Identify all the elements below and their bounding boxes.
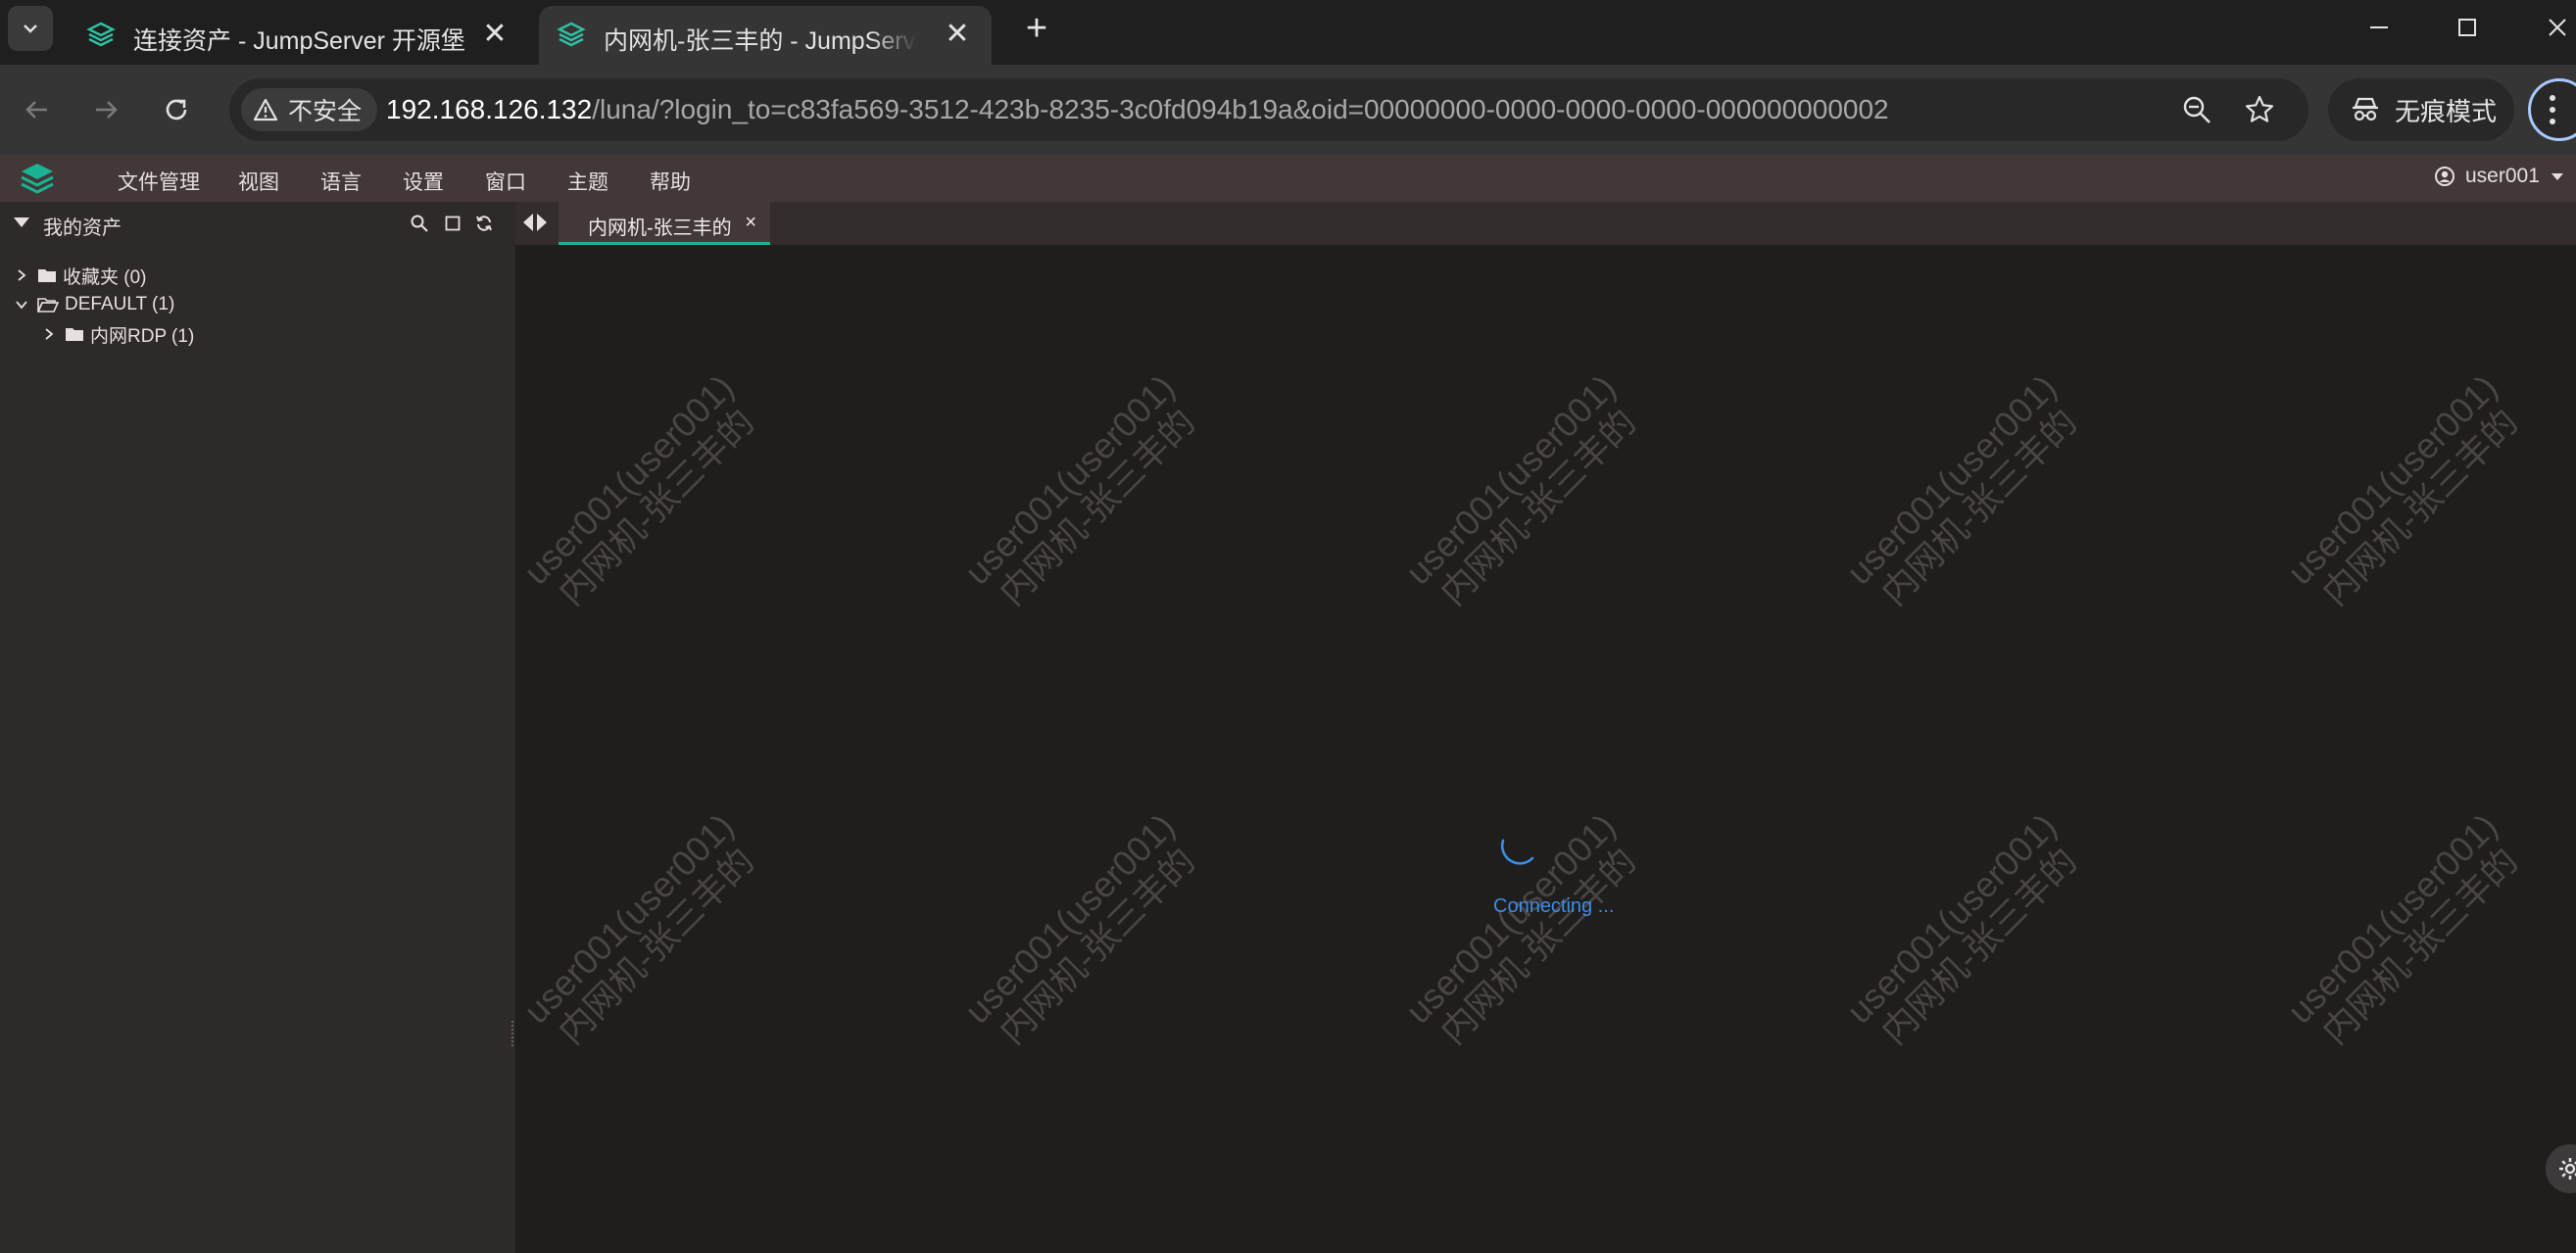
browser-window: 连接资产 - JumpServer 开源堡垒机 ✕ 内网机-张三丰的 - Jum…	[0, 0, 2576, 1253]
maximize-button[interactable]	[2438, 6, 2497, 49]
watermark: user001(user001) 内网机-张三丰的	[2279, 366, 2526, 613]
browser-tab-session[interactable]: 内网机-张三丰的 - JumpServer ✕	[539, 6, 992, 65]
site-security-chip[interactable]: 不安全	[241, 88, 378, 131]
session-tab-bar: 内网机-张三丰的 ×	[515, 202, 2576, 245]
close-tab-icon[interactable]: ✕	[943, 20, 972, 49]
chevron-down-icon	[24, 24, 37, 33]
browser-tab-strip: 连接资产 - JumpServer 开源堡垒机 ✕ 内网机-张三丰的 - Jum…	[0, 0, 2576, 65]
arrow-left-icon	[25, 101, 47, 119]
tab-title: 内网机-张三丰的 - JumpServer	[604, 27, 917, 55]
reload-button[interactable]	[151, 84, 202, 135]
chevron-right-icon[interactable]	[39, 324, 59, 344]
tree-node-default[interactable]: DEFAULT (1)	[12, 292, 174, 317]
watermark: user001(user001) 内网机-张三丰的	[515, 366, 762, 613]
close-window-button[interactable]	[2528, 6, 2576, 49]
collapse-caret-icon[interactable]	[14, 217, 29, 227]
menu-file-manager[interactable]: 文件管理	[118, 167, 200, 196]
zoom-button[interactable]	[2177, 90, 2216, 129]
close-tab-icon[interactable]: ✕	[480, 20, 510, 49]
minimize-icon	[2370, 26, 2388, 28]
tab-search-button[interactable]	[8, 6, 53, 51]
tree-node-label: DEFAULT (1)	[65, 294, 175, 314]
watermark: user001(user001) 内网机-张三丰的	[956, 366, 1203, 613]
warning-icon	[253, 98, 278, 121]
menu-view[interactable]: 视图	[238, 167, 279, 196]
caret-down-icon	[2551, 173, 2563, 180]
menu-theme[interactable]: 主题	[567, 167, 608, 196]
search-assets-button[interactable]	[408, 212, 431, 235]
user-circle-icon	[2435, 167, 2454, 186]
watermark: user001(user001) 内网机-张三丰的	[1397, 805, 1644, 1052]
url-text[interactable]: 192.168.126.132/luna/?login_to=c83fa569-…	[386, 94, 1889, 125]
user-menu[interactable]: user001	[2434, 165, 2565, 188]
caret-left-icon[interactable]	[523, 214, 533, 231]
folder-icon	[66, 328, 83, 341]
refresh-tree-button[interactable]	[472, 212, 496, 235]
menu-window[interactable]: 窗口	[485, 167, 526, 196]
star-icon	[2245, 95, 2274, 122]
incognito-indicator[interactable]: 无痕模式	[2328, 78, 2514, 141]
caret-right-icon[interactable]	[537, 214, 547, 231]
menu-language[interactable]: 语言	[320, 167, 362, 196]
close-session-icon[interactable]: ×	[745, 212, 756, 234]
browser-toolbar: 不安全 192.168.126.132/luna/?login_to=c83fa…	[0, 65, 2576, 155]
tab-title: 连接资产 - JumpServer 开源堡垒机	[133, 27, 466, 55]
incognito-label: 无痕模式	[2395, 96, 2498, 126]
bookmark-button[interactable]	[2240, 90, 2279, 129]
session-tab-label: 内网机-张三丰的	[588, 217, 732, 239]
asset-tree-title: 我的资产	[43, 217, 122, 239]
tree-node-intranet-rdp[interactable]: 内网RDP (1)	[39, 321, 194, 347]
url-host: 192.168.126.132	[386, 94, 593, 124]
watermark: user001(user001) 内网机-张三丰的	[1838, 366, 2085, 613]
folder-open-icon	[37, 298, 59, 313]
close-icon	[2549, 19, 2566, 36]
forward-button[interactable]	[80, 84, 131, 135]
reload-icon	[166, 99, 187, 120]
watermark: user001(user001) 内网机-张三丰的	[956, 805, 1203, 1052]
menu-help[interactable]: 帮助	[650, 167, 691, 196]
menu-settings[interactable]: 设置	[403, 167, 444, 196]
tree-node-label: 内网RDP (1)	[90, 325, 195, 347]
connection-status: Connecting ...	[1493, 895, 1615, 917]
expand-all-button[interactable]	[441, 212, 464, 235]
url-path: /luna/?login_to=c83fa569-3512-423b-8235-…	[592, 94, 1889, 124]
folder-icon	[38, 269, 56, 282]
watermark: user001(user001) 内网机-张三丰的	[2279, 805, 2526, 1052]
watermark: user001(user001) 内网机-张三丰的	[1838, 805, 2085, 1052]
session-settings-button[interactable]	[2546, 1144, 2576, 1193]
browser-tab-connect-assets[interactable]: 连接资产 - JumpServer 开源堡垒机 ✕	[69, 6, 529, 65]
tree-node-label: 收藏夹 (0)	[63, 266, 147, 288]
chevron-down-icon[interactable]	[12, 295, 31, 314]
loading-spinner-icon	[1500, 839, 1534, 865]
asset-tree-header: 我的资产	[0, 202, 515, 245]
incognito-icon	[2353, 97, 2378, 121]
tab-scroll-arrows[interactable]	[523, 214, 557, 233]
tree-node-favorites[interactable]: 收藏夹 (0)	[12, 263, 147, 288]
session-area: 内网机-张三丰的 × user001(user001) 内网机-张三丰的 user…	[515, 202, 2576, 1253]
address-bar[interactable]: 不安全 192.168.126.132/luna/?login_to=c83fa…	[229, 78, 2309, 141]
minimize-button[interactable]	[2350, 6, 2408, 49]
refresh-icon	[476, 216, 492, 231]
jumpserver-favicon-icon	[557, 22, 586, 47]
chevron-right-icon[interactable]	[12, 265, 31, 285]
arrow-right-icon	[96, 101, 118, 119]
zoom-out-icon	[2183, 96, 2211, 123]
jumpserver-logo-icon	[21, 164, 54, 194]
new-tab-button[interactable]: +	[1015, 8, 1058, 51]
username-label: user001	[2465, 165, 2540, 187]
gear-icon	[2559, 1158, 2576, 1180]
more-vert-icon	[2550, 95, 2555, 124]
app-menubar: 文件管理 视图 语言 设置 窗口 主题 帮助 user001	[0, 155, 2576, 202]
asset-tree-panel: 我的资产 收藏夹 (0) DEFAULT (1) 内网RDP (1)	[0, 202, 515, 1253]
jumpserver-favicon-icon	[86, 22, 116, 47]
maximize-icon	[2458, 19, 2476, 36]
session-tab[interactable]: 内网机-张三丰的 ×	[559, 202, 770, 245]
square-icon	[445, 216, 461, 231]
watermark: user001(user001) 内网机-张三丰的	[515, 805, 762, 1052]
search-icon	[411, 215, 428, 232]
watermark: user001(user001) 内网机-张三丰的	[1397, 366, 1644, 613]
browser-menu-button[interactable]	[2528, 78, 2576, 141]
not-secure-label: 不安全	[288, 98, 363, 125]
back-button[interactable]	[12, 84, 63, 135]
